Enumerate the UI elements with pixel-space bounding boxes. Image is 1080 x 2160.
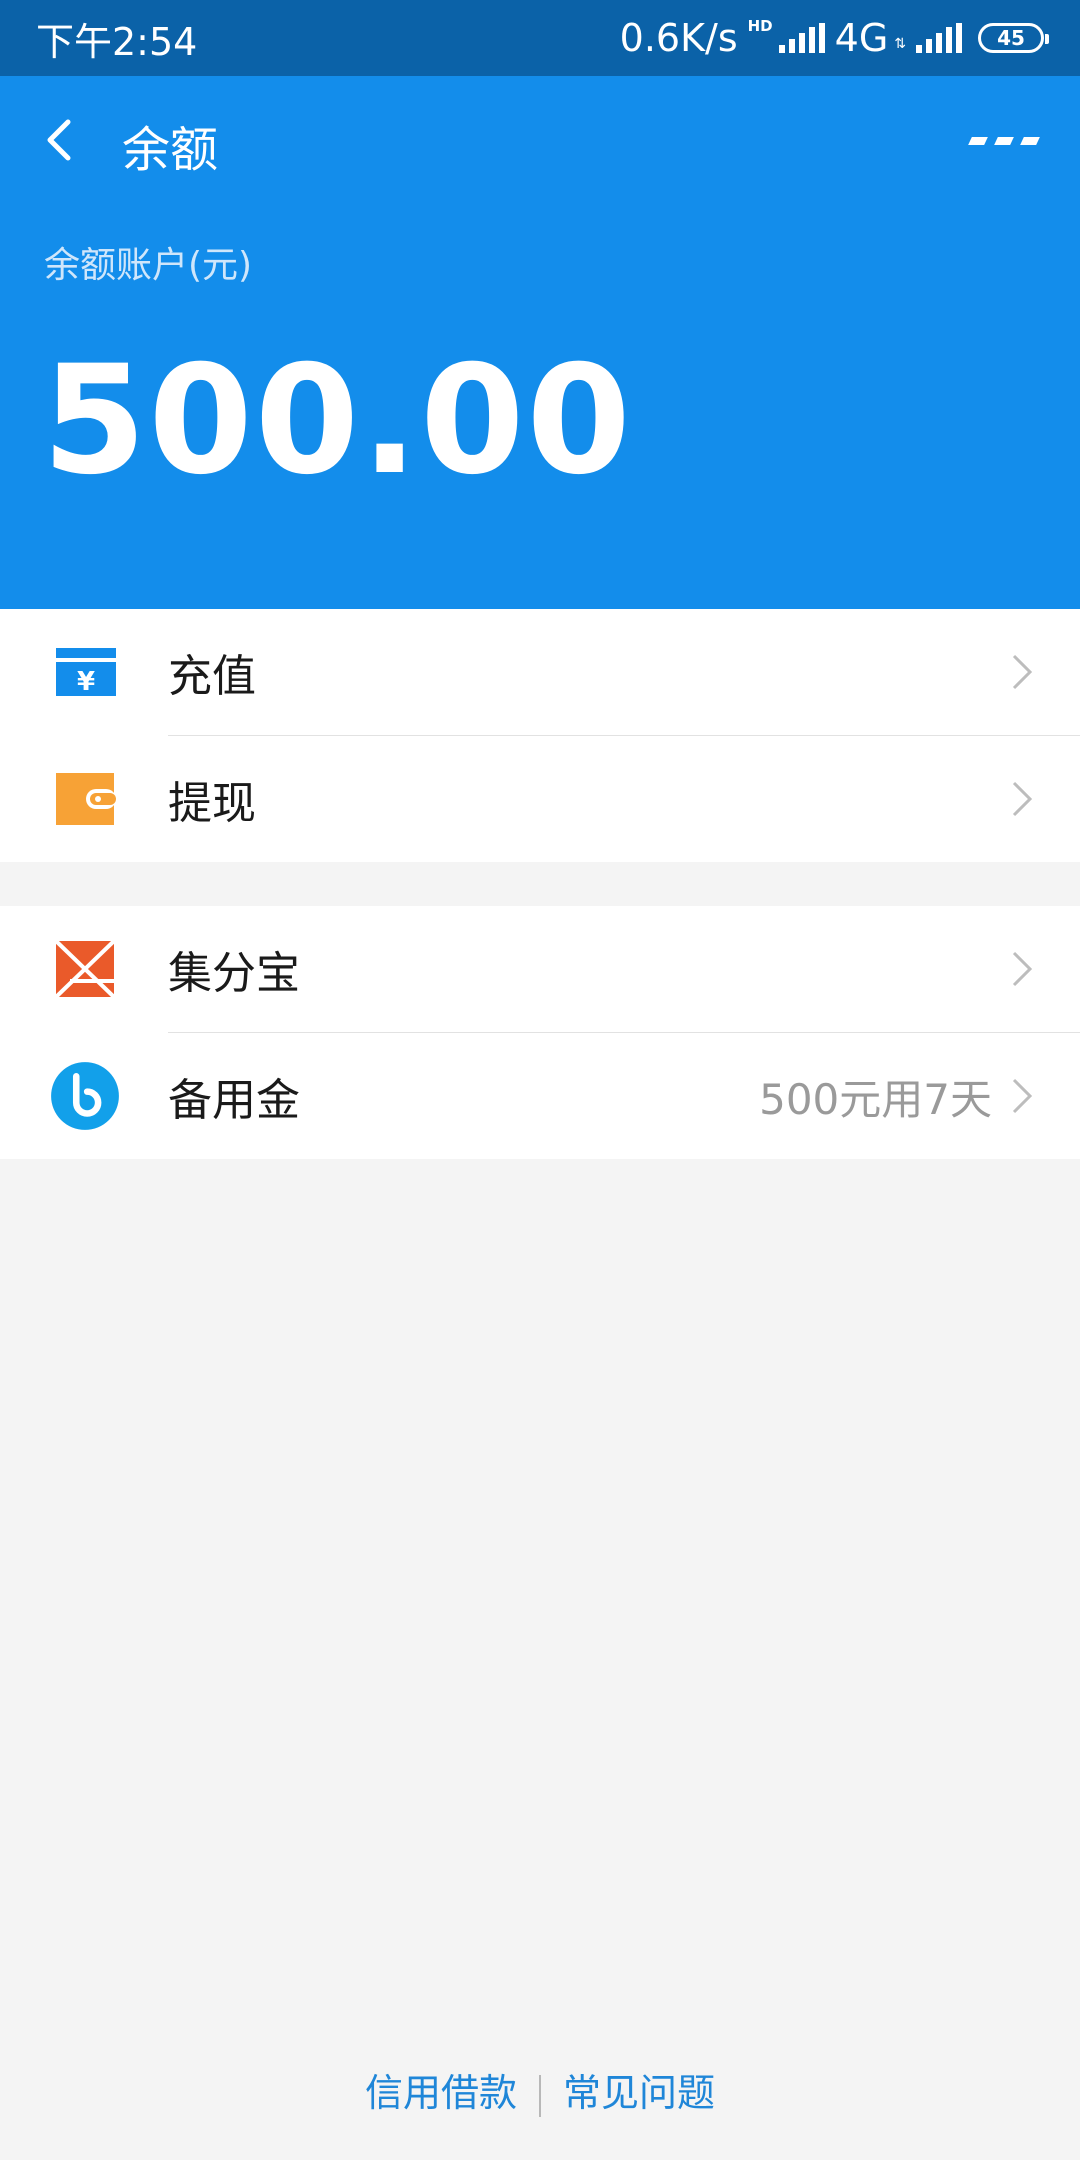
faq-link[interactable]: 常见问题 <box>563 2071 715 2115</box>
status-time: 下午2:54 <box>36 19 198 64</box>
more-dot-icon <box>968 137 988 145</box>
list-item-value: 500元用7天 <box>759 1074 992 1124</box>
chevron-right-icon <box>1012 654 1033 690</box>
more-dot-icon <box>994 137 1014 145</box>
status-bar: 下午2:54 0.6K/s HD 4G ⇅ 45 <box>0 0 1080 76</box>
list-item-jifenbao[interactable]: 集分宝 <box>0 906 1080 1032</box>
signal-icon <box>778 23 825 53</box>
battery-icon: 45 <box>978 23 1049 53</box>
balance-header: 余额 余额账户(元) 500.00 <box>0 76 1080 609</box>
more-dot-icon <box>1020 137 1040 145</box>
footer-separator <box>539 2074 541 2117</box>
balance-label: 余额账户(元) <box>44 245 253 286</box>
list-item-withdraw[interactable]: 提现 <box>0 736 1080 862</box>
more-button[interactable] <box>968 126 1040 156</box>
battery-level: 45 <box>997 26 1025 50</box>
list-item-label: 充值 <box>168 651 256 702</box>
list-item-label: 集分宝 <box>168 948 300 999</box>
svg-text:¥: ¥ <box>77 667 95 697</box>
list-item-beiyongjin[interactable]: 备用金 500元用7天 <box>0 1033 1080 1159</box>
chevron-right-icon <box>1012 951 1033 987</box>
beiyongjin-icon <box>51 1062 119 1130</box>
hd-label: HD <box>747 17 773 35</box>
chevron-right-icon <box>1012 781 1033 817</box>
credit-loan-link[interactable]: 信用借款 <box>365 2071 517 2115</box>
jifenbao-icon <box>54 939 116 999</box>
page-title: 余额 <box>122 122 219 178</box>
chevron-right-icon <box>1012 1078 1033 1114</box>
network-type: 4G <box>834 16 889 60</box>
status-indicators: 0.6K/s HD 4G ⇅ 45 <box>619 16 1049 60</box>
signal-icon-2 <box>916 23 962 53</box>
back-button[interactable] <box>30 108 94 172</box>
wallet-icon <box>56 773 116 825</box>
recharge-icon: ¥ <box>56 648 116 697</box>
data-arrows-icon: ⇅ <box>894 36 906 52</box>
network-speed: 0.6K/s <box>619 16 738 60</box>
list-item-recharge[interactable]: ¥ 充值 <box>0 609 1080 735</box>
list-item-label: 备用金 <box>168 1075 300 1126</box>
list-group-funds: ¥ 充值 提现 <box>0 609 1080 862</box>
nav-bar: 余额 <box>0 76 1080 206</box>
footer-links: 信用借款 常见问题 <box>0 2062 1080 2117</box>
back-arrow-icon <box>47 119 71 161</box>
balance-value: 500.00 <box>42 334 633 508</box>
screen: 下午2:54 0.6K/s HD 4G ⇅ 45 余额 余额账户(元) 500.… <box>0 0 1080 2160</box>
list-group-extras: 集分宝 备用金 500元用7天 <box>0 906 1080 1159</box>
list-item-label: 提现 <box>168 778 256 829</box>
